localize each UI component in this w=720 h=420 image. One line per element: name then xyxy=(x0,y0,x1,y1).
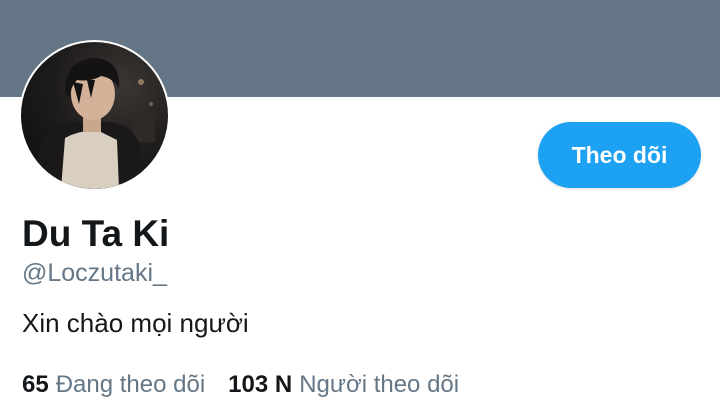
profile-avatar[interactable] xyxy=(19,40,170,191)
follow-button[interactable]: Theo dõi xyxy=(538,122,701,188)
profile-bio: Xin chào mọi người xyxy=(22,308,249,338)
followers-stat[interactable]: 103 N Người theo dõi xyxy=(228,368,459,402)
following-stat[interactable]: 65 Đang theo dõi xyxy=(22,368,205,402)
profile-display-name: Du Ta Ki xyxy=(22,213,170,254)
following-count: 65 xyxy=(22,371,49,398)
profile-stats: 65 Đang theo dõi 103 N Người theo dõi xyxy=(22,368,459,402)
profile-handle: @Loczutaki_ xyxy=(22,259,167,287)
following-label: Đang theo dõi xyxy=(55,371,206,398)
followers-label: Người theo dõi xyxy=(299,371,460,398)
profile-page: Theo dõi Du Ta Ki @Loczutaki_ Xin chào m… xyxy=(0,0,720,420)
followers-count: 103 N xyxy=(228,371,293,398)
avatar-photo xyxy=(21,42,168,189)
